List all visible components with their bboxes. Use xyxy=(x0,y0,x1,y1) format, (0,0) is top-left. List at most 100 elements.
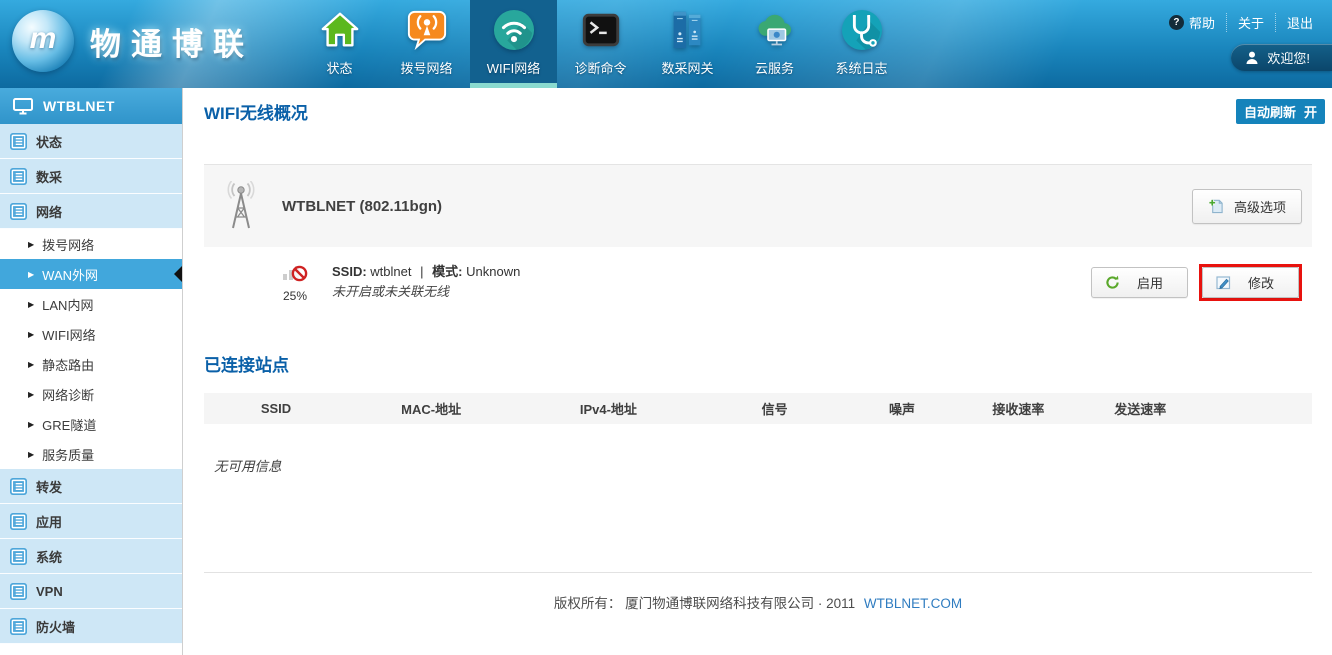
dialup-icon xyxy=(406,6,448,54)
sidebar-item-wifi[interactable]: WIFI网络 xyxy=(0,319,182,349)
nav-tab-status[interactable]: 状态 xyxy=(296,0,383,88)
nav-tab-dialup[interactable]: 拨号网络 xyxy=(383,0,470,88)
ssid-line: SSID: wtblnet | 模式: Unknown xyxy=(332,262,520,282)
edit-icon xyxy=(1216,275,1231,290)
list-icon xyxy=(10,478,27,495)
list-icon xyxy=(10,203,27,220)
refresh-icon xyxy=(1105,275,1120,290)
monitor-icon xyxy=(13,98,33,115)
sidebar-item-label: GRE隧道 xyxy=(42,415,96,434)
modify-button-label: 修改 xyxy=(1248,273,1274,292)
auto-refresh-toggle[interactable]: 自动刷新 开 xyxy=(1236,99,1325,124)
column-ipv4: IPv4-地址 xyxy=(514,393,702,424)
wifi-network-row: 25% SSID: wtblnet | 模式: Unknown 未开启或未关联无… xyxy=(204,247,1312,317)
antenna-icon xyxy=(224,181,258,231)
sidebar-item-wan[interactable]: WAN外网 xyxy=(0,259,182,289)
welcome-text: 欢迎您! xyxy=(1267,48,1310,67)
brand-logo-icon: m xyxy=(12,10,74,72)
page-title: WIFI无线概况 xyxy=(204,99,1312,124)
page-plus-icon xyxy=(1208,198,1224,214)
nav-tab-label: 数采网关 xyxy=(661,58,713,77)
copyright-text: 版权所有： 厦门物通博联网络科技有限公司 · 2011 xyxy=(554,596,855,611)
sidebar-item-system[interactable]: 系统 xyxy=(0,539,182,574)
list-icon xyxy=(10,168,27,185)
footer-link[interactable]: WTBLNET.COM xyxy=(864,596,962,611)
sidebar: WTBLNET 状态 数采 网络 拨号网络 WAN外网 LAN内网 WIFI网络… xyxy=(0,88,183,655)
gateway-icon xyxy=(667,6,709,54)
terminal-icon xyxy=(580,6,622,54)
sidebar-item-lan[interactable]: LAN内网 xyxy=(0,289,182,319)
sidebar-item-gre-tunnel[interactable]: GRE隧道 xyxy=(0,409,182,439)
sidebar-item-label: WAN外网 xyxy=(42,265,98,284)
syslog-icon xyxy=(841,6,883,54)
logout-link[interactable]: 退出 xyxy=(1275,13,1324,32)
about-link[interactable]: 关于 xyxy=(1226,13,1275,32)
brand-name: 物通博联 xyxy=(90,19,254,64)
wifi-overview-section: WTBLNET (802.11bgn) 高级选项 xyxy=(204,164,1312,317)
sidebar-item-label: 静态路由 xyxy=(42,355,94,374)
signal-percent: 25% xyxy=(274,289,316,303)
sidebar-item-firewall[interactable]: 防火墙 xyxy=(0,609,182,644)
nav-tab-wifi[interactable]: WIFI网络 xyxy=(470,0,557,88)
network-info: SSID: wtblnet | 模式: Unknown 未开启或未关联无线 xyxy=(332,262,520,302)
sidebar-item-label: 防火墙 xyxy=(36,617,75,636)
sidebar-item-label: 转发 xyxy=(36,477,62,496)
sidebar-item-label: WIFI网络 xyxy=(42,325,95,344)
nav-tab-diagnostics[interactable]: 诊断命令 xyxy=(557,0,644,88)
main-content: WIFI无线概况 自动刷新 开 WTBLNET (802.11bgn) xyxy=(184,88,1332,655)
enable-button[interactable]: 启用 xyxy=(1091,267,1188,298)
sidebar-item-label: 状态 xyxy=(36,132,62,151)
advanced-options-button[interactable]: 高级选项 xyxy=(1192,189,1302,224)
sidebar-device-name: WTBLNET xyxy=(43,98,115,114)
sidebar-item-diagnostics[interactable]: 网络诊断 xyxy=(0,379,182,409)
column-noise: 噪声 xyxy=(847,393,958,424)
sidebar-device-header: WTBLNET xyxy=(0,88,182,124)
nav-tab-syslog[interactable]: 系统日志 xyxy=(818,0,905,88)
nav-tab-label: WIFI网络 xyxy=(487,58,540,77)
nav-tab-gateway[interactable]: 数采网关 xyxy=(644,0,731,88)
sidebar-item-status[interactable]: 状态 xyxy=(0,124,182,159)
sidebar-item-label: 应用 xyxy=(36,512,62,531)
brand-logo-glyph: m xyxy=(30,22,57,56)
list-icon xyxy=(10,548,27,565)
sidebar-item-static-route[interactable]: 静态路由 xyxy=(0,349,182,379)
auto-refresh-state: 开 xyxy=(1304,102,1317,121)
footer-divider xyxy=(204,572,1312,573)
sidebar-item-forwarding[interactable]: 转发 xyxy=(0,469,182,504)
sidebar-item-network[interactable]: 网络 xyxy=(0,194,182,229)
top-header: m 物通博联 状态 拨号网络 xyxy=(0,0,1332,88)
top-nav: 状态 拨号网络 xyxy=(296,0,905,88)
home-icon xyxy=(319,6,361,54)
nav-tab-cloud[interactable]: 云服务 xyxy=(731,0,818,88)
help-icon: ? xyxy=(1169,15,1184,30)
sidebar-item-datacollect[interactable]: 数采 xyxy=(0,159,182,194)
wifi-icon xyxy=(493,6,535,54)
sidebar-item-vpn[interactable]: VPN xyxy=(0,574,182,609)
sidebar-item-label: 拨号网络 xyxy=(42,235,94,254)
ssid-label: SSID: xyxy=(332,264,367,279)
sidebar-item-label: LAN内网 xyxy=(42,295,93,314)
nav-tab-label: 诊断命令 xyxy=(574,58,626,77)
connected-stations-section: 已连接站点 SSID MAC-地址 IPv4-地址 信号 噪声 接收速率 发送速… xyxy=(204,351,1312,475)
footer: 版权所有： 厦门物通博联网络科技有限公司 · 2011 WTBLNET.COM xyxy=(204,592,1312,612)
stations-table-header-row: SSID MAC-地址 IPv4-地址 信号 噪声 接收速率 发送速率 xyxy=(204,393,1312,424)
nav-tab-label: 云服务 xyxy=(755,58,794,77)
help-link[interactable]: ? 帮助 xyxy=(1158,13,1226,32)
cloud-icon xyxy=(754,6,796,54)
signal-indicator: 25% xyxy=(274,261,316,303)
modify-button[interactable]: 修改 xyxy=(1202,267,1299,298)
column-rx-rate: 接收速率 xyxy=(957,393,1079,424)
column-spacer xyxy=(1201,393,1312,424)
sidebar-item-qos[interactable]: 服务质量 xyxy=(0,439,182,469)
sidebar-item-applications[interactable]: 应用 xyxy=(0,504,182,539)
about-link-label: 关于 xyxy=(1238,13,1264,32)
nav-tab-label: 拨号网络 xyxy=(400,58,452,77)
top-links: ? 帮助 关于 退出 xyxy=(1158,13,1324,32)
list-icon xyxy=(10,513,27,530)
ssid-value: wtblnet xyxy=(370,264,411,279)
no-data-message: 无可用信息 xyxy=(204,455,1312,475)
welcome-badge[interactable]: 欢迎您! xyxy=(1231,44,1332,71)
sidebar-item-label: 服务质量 xyxy=(42,445,94,464)
sidebar-item-dialup-network[interactable]: 拨号网络 xyxy=(0,229,182,259)
ssid-separator: | xyxy=(420,264,423,279)
